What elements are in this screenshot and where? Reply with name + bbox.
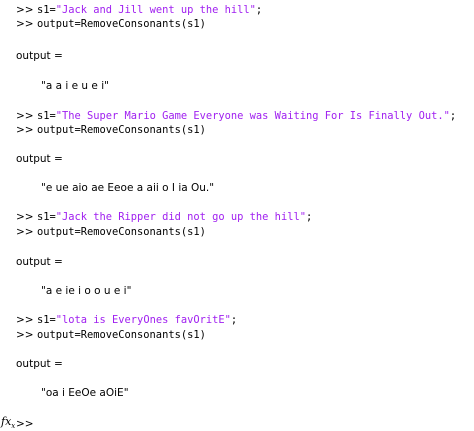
function-call: output=RemoveConsonants(s1) bbox=[36, 124, 206, 136]
prompt: >> bbox=[16, 211, 34, 223]
command-line: >> output=RemoveConsonants(s1) bbox=[0, 225, 206, 239]
output-value: "e ue aio ae Eeoe a aii o I ia Ou." bbox=[41, 182, 215, 194]
assign-suffix: ; bbox=[449, 110, 457, 122]
function-call: output=RemoveConsonants(s1) bbox=[36, 18, 206, 30]
output-value: "a a i e u e i" bbox=[41, 80, 109, 92]
command-line: >> output=RemoveConsonants(s1) bbox=[0, 328, 206, 342]
prompt: >> bbox=[16, 4, 34, 16]
command-line: >> s1="Jack the Ripper did not go up the… bbox=[0, 210, 312, 224]
command-line: >> s1="lota is EveryOnes favOritE"; bbox=[0, 313, 237, 327]
prompt: >> bbox=[16, 226, 34, 238]
string-literal: "The Super Mario Game Everyone was Waiti… bbox=[55, 110, 450, 122]
assign-prefix: s1= bbox=[36, 314, 56, 326]
output-label: output = bbox=[16, 153, 63, 165]
assign-suffix: ; bbox=[305, 211, 313, 223]
prompt: >> bbox=[16, 314, 34, 326]
prompt: >> bbox=[16, 18, 34, 30]
assign-suffix: ; bbox=[255, 4, 263, 16]
output-label: output = bbox=[16, 358, 63, 370]
assign-prefix: s1= bbox=[36, 4, 56, 16]
fx-glyph: fx bbox=[1, 415, 12, 428]
output-label: output = bbox=[16, 256, 63, 268]
assign-prefix: s1= bbox=[36, 211, 56, 223]
prompt: >> bbox=[16, 124, 34, 136]
string-literal: "Jack the Ripper did not go up the hill" bbox=[55, 211, 306, 223]
string-literal: "lota is EveryOnes favOritE" bbox=[55, 314, 231, 326]
assign-suffix: ; bbox=[230, 314, 238, 326]
output-value: "a e ie i o o u e i" bbox=[41, 285, 132, 297]
command-prompt[interactable]: >> bbox=[16, 417, 34, 431]
output-value: "oa i EeOe aOiE" bbox=[41, 387, 129, 399]
assign-prefix: s1= bbox=[36, 110, 56, 122]
command-line: >> s1="Jack and Jill went up the hill"; bbox=[0, 3, 262, 17]
string-literal: "Jack and Jill went up the hill" bbox=[55, 4, 256, 16]
function-call: output=RemoveConsonants(s1) bbox=[36, 329, 206, 341]
function-browser-icon[interactable]: fxx bbox=[1, 415, 15, 430]
command-window[interactable]: >> s1="Jack and Jill went up the hill"; … bbox=[0, 0, 474, 431]
prompt: >> bbox=[16, 329, 34, 341]
function-call: output=RemoveConsonants(s1) bbox=[36, 226, 206, 238]
command-line: >> s1="The Super Mario Game Everyone was… bbox=[0, 109, 456, 123]
prompt: >> bbox=[16, 110, 34, 122]
command-line: >> output=RemoveConsonants(s1) bbox=[0, 123, 206, 137]
fx-subscript: x bbox=[11, 422, 16, 431]
command-line: >> output=RemoveConsonants(s1) bbox=[0, 17, 206, 31]
output-label: output = bbox=[16, 50, 63, 62]
